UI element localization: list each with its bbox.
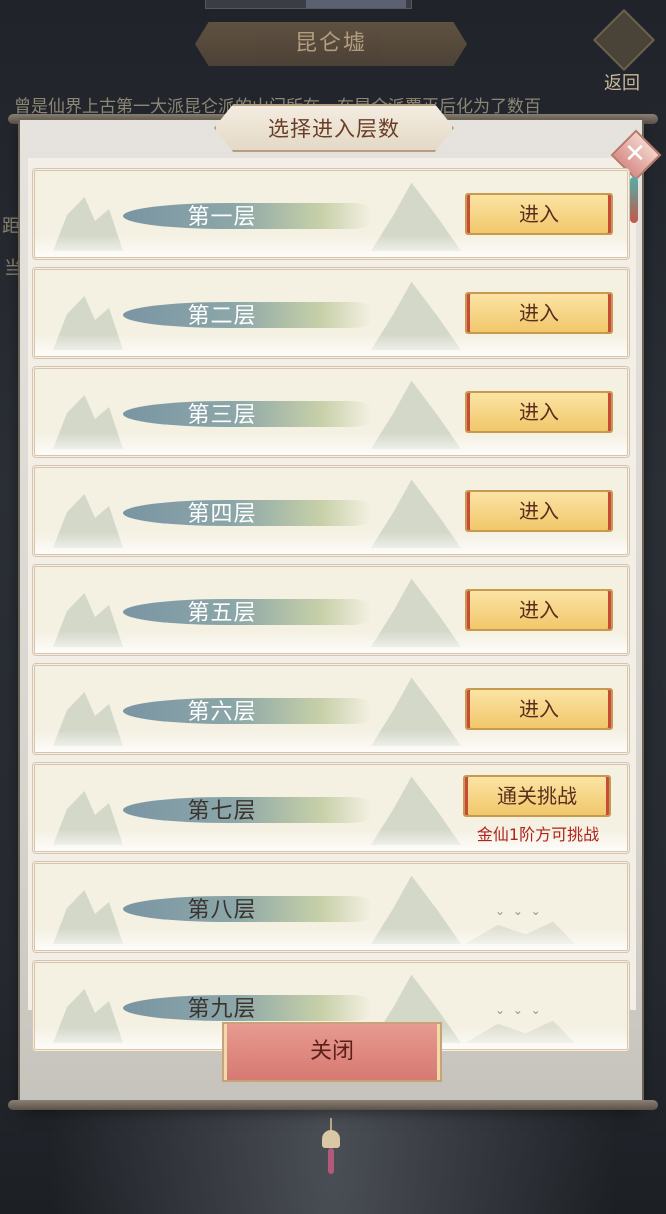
level-list: 第一层 进入 第二层 进入 第三层 进入 第四层 进入 第五层 进入 第六层 进…: [32, 168, 630, 1059]
enter-button[interactable]: 进入: [465, 292, 613, 334]
level-name: 第二层: [187, 304, 257, 329]
level-card-8: 第八层 ⌄ ⌄ ⌄: [32, 861, 630, 953]
level-name: 第八层: [187, 898, 257, 923]
location-title: 昆仑墟: [195, 22, 467, 66]
side-text-1: 距: [2, 216, 20, 237]
dialog-title-plate: 选择进入层数: [214, 104, 454, 152]
challenge-requirement: 金仙1阶方可挑战: [476, 825, 600, 844]
level-card-3: 第三层 进入: [32, 366, 630, 458]
level-name: 第七层: [187, 799, 257, 824]
tassel-icon: [630, 177, 638, 223]
level-card-6: 第六层 进入: [32, 663, 630, 755]
level-card-1: 第一层 进入: [32, 168, 630, 260]
enter-button[interactable]: 进入: [465, 589, 613, 631]
level-card-7: 第七层 通关挑战 金仙1阶方可挑战: [32, 762, 630, 854]
enter-button[interactable]: 进入: [465, 688, 613, 730]
enter-button[interactable]: 进入: [465, 490, 613, 532]
back-label: 返回: [604, 73, 640, 94]
level-name: 第三层: [187, 403, 257, 428]
bell-icon: [318, 1118, 344, 1174]
back-icon: [592, 8, 656, 72]
level-name: 第四层: [187, 502, 257, 527]
level-name: 第五层: [187, 601, 257, 626]
level-name: 第九层: [187, 997, 257, 1022]
scroll-bottom-rod: [8, 1100, 658, 1110]
level-card-5: 第五层 进入: [32, 564, 630, 656]
dialog-title: 选择进入层数: [268, 117, 400, 141]
close-button[interactable]: 关闭: [222, 1022, 442, 1082]
birds-icon: ⌄ ⌄ ⌄: [495, 904, 543, 918]
level-card-4: 第四层 进入: [32, 465, 630, 557]
level-name: 第六层: [187, 700, 257, 725]
back-button[interactable]: 返回: [588, 8, 656, 94]
birds-icon: ⌄ ⌄ ⌄: [495, 1003, 543, 1017]
level-card-2: 第二层 进入: [32, 267, 630, 359]
top-tab-bar: [205, 0, 412, 9]
challenge-button[interactable]: 通关挑战: [463, 775, 611, 817]
top-tab-highlight: [306, 0, 406, 8]
enter-button[interactable]: 进入: [465, 193, 613, 235]
enter-button[interactable]: 进入: [465, 391, 613, 433]
level-name: 第一层: [187, 205, 257, 230]
